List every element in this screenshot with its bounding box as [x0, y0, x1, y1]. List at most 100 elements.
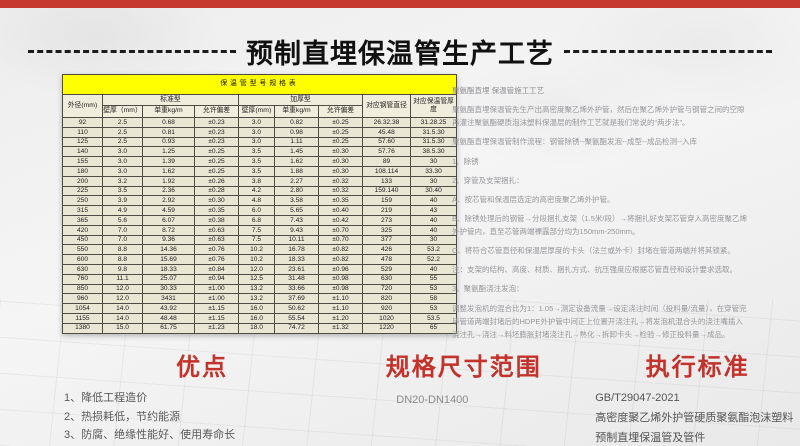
table-row: 4507.09.36±0.637.510.11±0.7037730: [63, 235, 457, 245]
table-cell: 0.98: [275, 127, 319, 137]
table-cell: ±1.32: [319, 323, 363, 333]
title-dash-left: [28, 50, 236, 53]
table-cell: 450: [63, 235, 103, 245]
table-cell: 3.8: [239, 176, 275, 186]
table-cell: 65: [411, 323, 457, 333]
size-range-value: DN20-DN1400: [374, 394, 553, 406]
article-paragraphs: 聚氨酯直埋保温管先生产出高密度聚乙烯外护管，然后在聚乙烯外护管与钢管之间的空隙再…: [452, 103, 748, 341]
table-cell: 14.0: [103, 304, 143, 314]
slide-header: 预制直埋保温管生产工艺: [0, 32, 800, 71]
table-row: 138015.061.75±1.2318.074.72±1.32122065: [63, 323, 457, 333]
table-row: 3154.94.59±0.356.05.65±0.4021943: [63, 206, 457, 216]
table-cell: 420: [63, 225, 103, 235]
table-cell: 10.2: [239, 245, 275, 255]
table-cell: 250: [63, 196, 103, 206]
table-cell: 2.36: [143, 186, 195, 196]
standard-line: 高密度聚乙烯外护管硬质聚氨酯泡沫塑料预制直埋保温管及管件: [595, 408, 800, 446]
table-cell: 0.81: [143, 127, 195, 137]
table-cell: 3.5: [103, 186, 143, 196]
table-cell: 219: [363, 206, 411, 216]
table-cell: 18.33: [143, 264, 195, 274]
table-cell: 3.0: [239, 117, 275, 127]
table-cell: 2.5: [103, 127, 143, 137]
table-cell: ±0.96: [319, 264, 363, 274]
table-cell: 3.0: [103, 166, 143, 176]
table-cell: 630: [363, 274, 411, 284]
table-cell: 0.82: [275, 117, 319, 127]
table-cell: 40: [411, 196, 457, 206]
table-cell: ±0.30: [195, 196, 239, 206]
table-cell: ±0.98: [319, 274, 363, 284]
col-header-steel-diameter: 对应钢管直径: [363, 95, 411, 118]
table-cell: 630: [63, 264, 103, 274]
table-cell: 16.78: [275, 245, 319, 255]
table-cell: 159: [363, 196, 411, 206]
table-cell: 377: [363, 235, 411, 245]
col-group-thickened: 加厚型: [239, 95, 363, 106]
table-cell: 110: [63, 127, 103, 137]
table-cell: ±0.82: [319, 255, 363, 265]
table-cell: ±0.82: [319, 245, 363, 255]
table-cell: 16.0: [239, 304, 275, 314]
table-cell: ±0.25: [195, 147, 239, 157]
table-cell: 225: [63, 186, 103, 196]
article-paragraph: 聚氨酯直埋保温管先生产出高密度聚乙烯外护管，然后在聚乙烯外护管与钢管之间的空隙再…: [452, 103, 748, 129]
table-cell: 13.2: [239, 284, 275, 294]
table-cell: 3.9: [103, 196, 143, 206]
table-cell: 1220: [363, 323, 411, 333]
table-cell: 53.2: [411, 245, 457, 255]
table-cell: ±0.98: [319, 284, 363, 294]
table-cell: ±0.76: [195, 245, 239, 255]
table-cell: 50.62: [275, 304, 319, 314]
standard-title: 执行标准: [595, 347, 800, 382]
table-cell: ±1.00: [195, 284, 239, 294]
table-cell: ±0.63: [195, 235, 239, 245]
table-cell: 5.6: [103, 215, 143, 225]
table-cell: 7.0: [103, 235, 143, 245]
table-cell: 37.69: [275, 294, 319, 304]
table-cell: ±0.30: [319, 166, 363, 176]
table-cell: 200: [63, 176, 103, 186]
page-title: 预制直埋保温管生产工艺: [246, 32, 554, 71]
top-accent-bar: [0, 0, 800, 8]
table-cell: 0.68: [143, 117, 195, 127]
table-cell: 920: [363, 304, 411, 314]
table-cell: 1.88: [275, 166, 319, 176]
table-row: 1252.50.93±0.233.01.11±0.2557.6031.5.30: [63, 137, 457, 147]
col-header-outer-diameter: 外径(mm): [63, 95, 103, 118]
table-cell: 820: [363, 294, 411, 304]
table-cell: 30.40: [411, 186, 457, 196]
table-cell: 30: [411, 176, 457, 186]
table-cell: 3.0: [239, 137, 275, 147]
table-cell: 6.0: [239, 206, 275, 216]
table-cell: ±0.94: [195, 274, 239, 284]
table-cell: 325: [363, 225, 411, 235]
spec-table-body: 922.50.68±0.233.00.82±0.2526.32.3831.28.…: [63, 117, 457, 333]
table-cell: 478: [363, 255, 411, 265]
table-cell: 26.32.38: [363, 117, 411, 127]
table-cell: 1380: [63, 323, 103, 333]
table-cell: 125: [63, 137, 103, 147]
table-cell: 600: [63, 255, 103, 265]
table-cell: 30: [411, 235, 457, 245]
table-cell: 1020: [363, 313, 411, 323]
table-cell: 38.5.30: [411, 147, 457, 157]
col-header-wall-std: 壁厚（mm）: [103, 106, 143, 117]
table-cell: 31.5.30: [411, 137, 457, 147]
article-paragraph: 1、除锈: [452, 155, 748, 168]
table-cell: 15.69: [143, 255, 195, 265]
advantages-section: 优点 1、降低工程造价2、热损耗低，节约能源3、防腐、绝缘性能好、使用寿命长4、…: [52, 347, 352, 446]
table-cell: ±0.42: [319, 215, 363, 225]
table-cell: 12.0: [239, 264, 275, 274]
table-cell: 53.5: [411, 313, 457, 323]
table-cell: 108.114: [363, 166, 411, 176]
table-cell: ±1.10: [319, 304, 363, 314]
table-cell: 12.0: [103, 294, 143, 304]
spec-table-container: 保温管型号规格表 外径(mm) 标准型 加厚型 对应钢管直径 对应保温管厚度 壁…: [62, 74, 456, 334]
table-cell: 40: [411, 264, 457, 274]
title-dash-right: [564, 50, 772, 53]
table-cell: 1.25: [143, 147, 195, 157]
standard-section: 执行标准 GB/T29047-2021高密度聚乙烯外护管硬质聚氨酯泡沫塑料预制直…: [595, 347, 800, 446]
table-cell: 7.43: [275, 215, 319, 225]
table-cell: ±1.23: [195, 323, 239, 333]
